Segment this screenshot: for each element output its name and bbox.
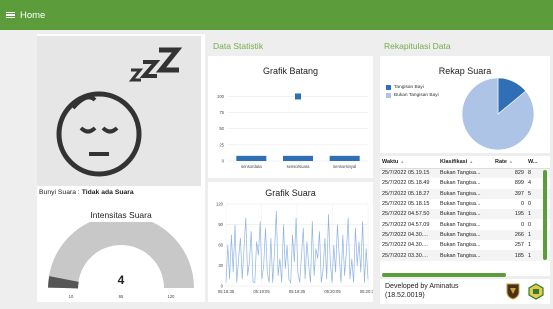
gauge-mid: 65 [119, 294, 124, 299]
bar-chart-card: Grafik Batang 100 75 50 25 0 sensordata sensor… [208, 56, 373, 178]
line-chart-card: Grafik Suara 120 90 60 30 0 05:18:35 05:19:05 0… [208, 182, 373, 302]
gauge-value: 4 [118, 273, 125, 287]
line-y-tick-label: 90 [218, 222, 223, 227]
line-y-tick-label: 120 [216, 202, 224, 207]
table-row[interactable]: 25/7/2022 04.30.... Bukan Tangisa... 257 1 [380, 240, 550, 250]
legend-item: Tangisan Bayi [386, 83, 439, 91]
col-w[interactable]: W... [526, 157, 550, 169]
legend-swatch-bukan [386, 92, 391, 98]
table-row[interactable]: 25/7/2022 05.18.49 Bukan Tangisa... 899 4 [380, 178, 550, 188]
legend-swatch-tangisan [386, 84, 391, 90]
bar-sensorsinyal [329, 155, 360, 161]
bar-y-tick-label: 0 [222, 159, 225, 164]
sound-status: Bunyi Suara : Tidak ada Suara [39, 189, 134, 196]
sound-status-value: Tidak ada Suara [81, 189, 134, 196]
pie-chart-card: Rekap Suara Tangisan Bayi Bukan Tangisan… [380, 56, 550, 153]
footer-developer: Developed by Aminatus (18.52.0019) [385, 282, 459, 300]
line-chart: 120 90 60 30 005:18:35 05:19:05 05:19:35 05:20:… [216, 202, 373, 295]
col-rate[interactable]: Rate ▲ [493, 157, 526, 169]
legend-label-tangisan: Tangisan Bayi [394, 84, 424, 90]
sleep-image [37, 36, 201, 186]
hamburger-menu-icon[interactable] [6, 11, 15, 19]
line-x-tick-label: 05:20:36 [360, 289, 373, 294]
bar-sensordata [236, 155, 267, 161]
line-x-tick-label: 05:18:35 [218, 289, 235, 294]
line-x-tick-label: 05:19:35 [289, 289, 306, 294]
table-row[interactable]: 25/7/2022 05.19.15 Bukan Tangisa... 829 8 [380, 168, 550, 179]
rekap-section-title: Rekapitulasi Data [384, 41, 451, 51]
table-header-row: Waktu ▲ Klasifikasi ▲ Rate ▲ W... [380, 157, 550, 169]
statistik-section-title: Data Statistik [213, 41, 264, 51]
bar-outlier-point [295, 93, 301, 100]
gauge-min: 10 [69, 294, 74, 299]
bar-y-tick-label: 25 [219, 142, 224, 147]
table-horizontal-scrollbar[interactable] [382, 273, 506, 277]
developer-name: Developed by Aminatus [385, 283, 459, 290]
sound-status-label: Bunyi Suara : [39, 189, 82, 196]
left-panel: Bunyi Suara : Tidak ada Suara Intensitas… [37, 34, 205, 302]
bar-chart: 100 75 50 25 0 sensordata sensorsuara sensorsin… [217, 93, 368, 169]
line-chart-title: Grafik Suara [265, 188, 316, 198]
pie-chart [461, 77, 535, 151]
line-x-tick-label: 05:19:05 [253, 289, 270, 294]
table-row[interactable]: 25/7/2022 05.18.27 Bukan Tangisa... 397 5 [380, 188, 550, 199]
developer-nim: (18.52.0019) [385, 292, 425, 299]
col-klasifikasi[interactable]: Klasifikasi ▲ [438, 157, 493, 169]
bar-x-tick-label: sensordata [241, 164, 262, 169]
table-row[interactable]: 25/7/2022 04.57.09 Bukan Tangisa... 0 0 [380, 219, 550, 229]
table-row[interactable]: 25/7/2022 04.30.... Bukan Tangisa... 266 1 [380, 229, 550, 241]
bar-y-tick-label: 50 [219, 126, 224, 131]
legend-label-bukan: Bukan Tangisan Bayi [394, 92, 439, 98]
top-app-bar: Home [0, 0, 553, 30]
table-row[interactable]: 25/7/2022 03.30.... Bukan Tangisa... 185 1 [380, 250, 550, 261]
bar-sensorsuara [283, 155, 313, 161]
col-waktu[interactable]: Waktu ▲ [380, 157, 438, 169]
legend-item: Bukan Tangisan Bayi [386, 91, 439, 99]
bar-y-tick-label: 75 [219, 110, 224, 115]
sleeping-baby-face-icon [56, 47, 183, 177]
recap-table: Waktu ▲ Klasifikasi ▲ Rate ▲ W... 25/7/2022… [380, 157, 550, 261]
page-title: Home [20, 9, 46, 21]
shield-logo-icon [506, 283, 520, 300]
line-y-tick-label: 0 [221, 284, 224, 289]
bar-chart-title: Grafik Batang [262, 66, 319, 76]
emblem-logo-icon [528, 283, 544, 300]
table-row[interactable]: 25/7/2022 04.57.50 Bukan Tangisa... 195 1 [380, 209, 550, 220]
table-row[interactable]: 25/7/2022 05.18.15 Bukan Tangisa... 0 0 [380, 199, 550, 209]
line-y-tick-label: 30 [218, 263, 223, 268]
bar-y-tick-label: 100 [217, 94, 225, 99]
intensity-gauge: 4 10 65 120 [48, 222, 194, 299]
table-vertical-scrollbar[interactable] [543, 170, 547, 260]
gauge-title: Intensitas Suara [90, 210, 152, 220]
line-x-tick-label: 05:20:05 [324, 289, 341, 294]
bar-x-tick-label: sensorsinyal [333, 164, 356, 169]
gauge-max: 120 [168, 294, 176, 299]
pie-legend: Tangisan Bayi Bukan Tangisan Bayi [386, 83, 439, 99]
line-y-tick-label: 60 [218, 243, 223, 248]
bar-x-tick-label: sensorsuara [286, 164, 310, 169]
